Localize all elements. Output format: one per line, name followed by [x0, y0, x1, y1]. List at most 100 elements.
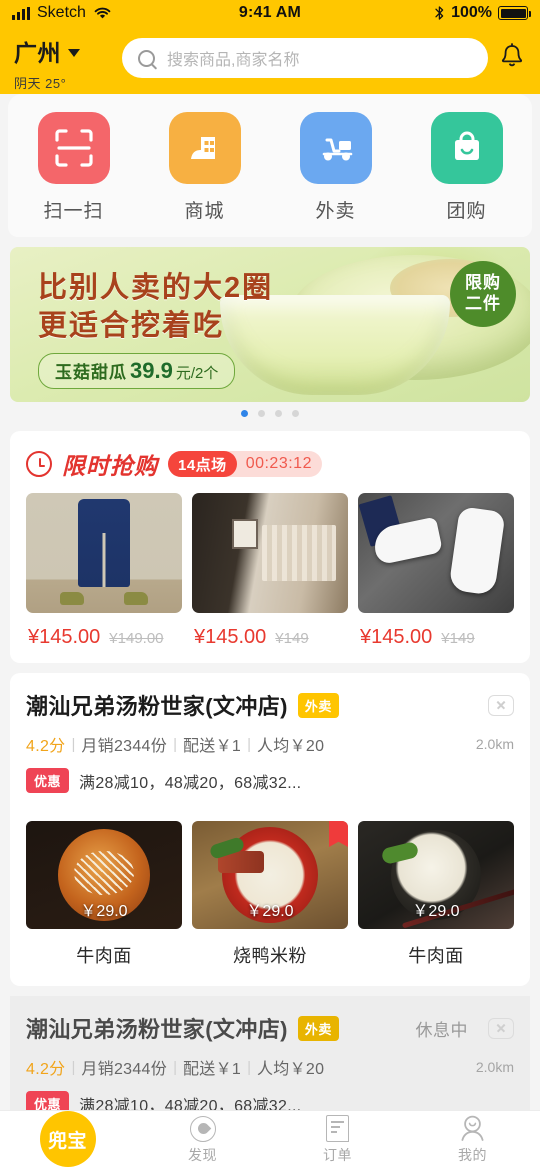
shop-distance: 2.0km [475, 736, 514, 752]
tab-orders[interactable]: 订单 [270, 1115, 405, 1165]
flash-sale-title: 限时抢购 [62, 453, 158, 479]
shop-avg-price: 人均￥20 [256, 1061, 325, 1078]
tab-discover[interactable]: 发现 [135, 1115, 270, 1165]
flash-sale-original-price: ¥149.00 [109, 630, 164, 647]
carousel-dot[interactable] [241, 410, 248, 417]
clock-icon [26, 451, 52, 477]
shop-rating: 4.2分 [26, 738, 66, 755]
wifi-icon [94, 7, 111, 19]
limit-line1: 限购 [465, 273, 501, 293]
shop-status-badge: 休息中 [415, 1020, 468, 1040]
promo-banner-slide[interactable]: 比别人卖的大2圈 更适合挖着吃 玉菇甜瓜 39.9 元/2个 限购 二件 [10, 247, 530, 402]
status-bar: Sketch 9:41 AM 100% [0, 0, 540, 26]
category-label: 团购 [446, 201, 487, 222]
dish-price: ￥29.0 [246, 903, 294, 920]
flash-sale-price: ¥145.00 [28, 626, 101, 648]
category-grid: 扫一扫 商城 外卖 团购 [8, 94, 532, 237]
walk-in-closet-photo[interactable] [192, 493, 348, 613]
banner-product-name: 玉菇甜瓜 [55, 363, 127, 382]
beef-noodle-soup-photo[interactable]: ￥29.0 [26, 821, 182, 929]
carrier-label: Sketch [37, 4, 86, 21]
bluetooth-icon [435, 6, 444, 20]
dish-item[interactable]: ￥29.0 烧鸭米粉 [192, 821, 348, 968]
search-icon [138, 49, 155, 67]
shop-card[interactable]: 潮汕兄弟汤粉世家(文冲店) 外卖 休息中 4.2分 | 月销2344份 | 配送… [10, 996, 530, 1110]
rice-noodle-bowl-photo[interactable]: ￥29.0 [358, 821, 514, 929]
scan-icon [37, 112, 110, 184]
flash-sale-item[interactable]: ¥145.00 ¥149 [358, 493, 514, 663]
close-icon[interactable] [488, 694, 514, 716]
battery-full-icon [498, 6, 532, 20]
flash-sale-price-row: ¥145.00 ¥149 [358, 613, 514, 663]
dish-item[interactable]: ￥29.0 牛肉面 [26, 821, 182, 968]
shop-card[interactable]: 潮汕兄弟汤粉世家(文冲店) 外卖 4.2分 | 月销2344份 | 配送￥1 |… [10, 673, 530, 986]
category-label: 商城 [184, 201, 225, 222]
category-label: 扫一扫 [43, 201, 104, 222]
banner-price-unit: 元/2个 [175, 365, 219, 382]
tab-home[interactable]: 兜宝 [0, 1111, 135, 1169]
weather-label: 阴天 25° [14, 76, 67, 91]
category-item-mall[interactable]: 商城 [139, 112, 270, 223]
shop-name: 潮汕兄弟汤粉世家(文冲店) [26, 694, 288, 719]
promo-tag: 优惠 [26, 768, 70, 793]
search-input[interactable]: 搜索商品,商家名称 [167, 46, 299, 70]
flash-sale-item[interactable]: ¥145.00 ¥149 [192, 493, 348, 663]
location-selector[interactable]: 广州 阴天 25° [14, 32, 122, 92]
carousel-dot[interactable] [275, 410, 282, 417]
shop-promo: 优惠 满28减10，48减20，68减32... [26, 768, 514, 793]
category-item-scan[interactable]: 扫一扫 [8, 112, 139, 223]
tab-label: 订单 [323, 1147, 352, 1163]
chevron-down-icon [68, 48, 80, 57]
shop-monthly-sales: 月销2344份 [81, 738, 168, 755]
flash-sale-card: 限时抢购 14点场 00:23:12 ¥145.00 ¥149.00 ¥145.… [10, 431, 530, 663]
shop-type-tag: 外卖 [297, 692, 339, 718]
close-icon[interactable] [488, 1017, 514, 1039]
mall-icon [168, 112, 241, 184]
shop-avg-price: 人均￥20 [256, 738, 325, 755]
status-bar-clock: 9:41 AM [238, 4, 302, 21]
flash-sale-header: 限时抢购 14点场 00:23:12 [10, 431, 530, 493]
bell-icon[interactable] [498, 42, 526, 72]
banner-headline: 比别人卖的大2圈 更适合挖着吃 [38, 269, 298, 346]
meta-separator: | [173, 735, 177, 753]
flash-sale-original-price: ¥149 [275, 630, 309, 647]
category-item-groupbuy[interactable]: 团购 [401, 112, 532, 223]
navy-cargo-pants-photo[interactable] [26, 493, 182, 613]
promo-tag: 优惠 [26, 1091, 70, 1110]
shop-monthly-sales: 月销2344份 [81, 1061, 168, 1078]
flash-sale-item[interactable]: ¥145.00 ¥149.00 [26, 493, 182, 663]
bottom-tab-bar: 兜宝 发现 订单 我的 [0, 1110, 540, 1169]
shop-delivery-fee: 配送￥1 [182, 738, 242, 755]
battery-percent-label: 100% [451, 4, 493, 21]
dish-price: ￥29.0 [80, 903, 128, 920]
search-bar[interactable]: 搜索商品,商家名称 [122, 38, 488, 78]
delivery-icon [299, 112, 372, 184]
tab-profile[interactable]: 我的 [405, 1115, 540, 1165]
promo-banner-carousel[interactable]: 比别人卖的大2圈 更适合挖着吃 玉菇甜瓜 39.9 元/2个 限购 二件 [10, 247, 530, 425]
limit-line2: 二件 [465, 294, 501, 313]
dish-badge-icon [329, 821, 348, 847]
status-bar-left: Sketch [12, 4, 239, 22]
carousel-dots[interactable] [10, 402, 530, 425]
carousel-dot[interactable] [292, 410, 299, 417]
flash-sale-price-row: ¥145.00 ¥149.00 [26, 613, 182, 663]
compass-icon [189, 1115, 216, 1142]
signal-bars-icon [12, 6, 30, 20]
flash-sale-original-price: ¥149 [441, 630, 475, 647]
roast-duck-noodle-photo[interactable]: ￥29.0 [192, 821, 348, 929]
shop-type-tag: 外卖 [297, 1015, 339, 1041]
category-item-delivery[interactable]: 外卖 [270, 112, 401, 223]
page-scroll-area[interactable]: 扫一扫 商城 外卖 团购 比别人卖的大2圈 更适合挖着吃 玉菇甜瓜 39.9 元… [0, 94, 540, 1110]
shop-info: 潮汕兄弟汤粉世家(文冲店) 外卖 4.2分 | 月销2344份 | 配送￥1 |… [10, 673, 530, 807]
shop-promo: 优惠 满28减10，48减20，68减32... [26, 1091, 514, 1110]
category-label: 外卖 [315, 201, 356, 222]
white-sneakers-photo[interactable] [358, 493, 514, 613]
shop-delivery-fee: 配送￥1 [182, 1061, 242, 1078]
dish-item[interactable]: ￥29.0 牛肉面 [358, 821, 514, 968]
location-city-row[interactable]: 广州 [14, 34, 122, 68]
app-logo-icon[interactable]: 兜宝 [39, 1111, 96, 1167]
carousel-dot[interactable] [258, 410, 265, 417]
banner-headline-line1: 比别人卖的大2圈 [38, 272, 274, 304]
banner-price-number: 39.9 [130, 358, 173, 383]
dish-name: 牛肉面 [76, 946, 132, 966]
